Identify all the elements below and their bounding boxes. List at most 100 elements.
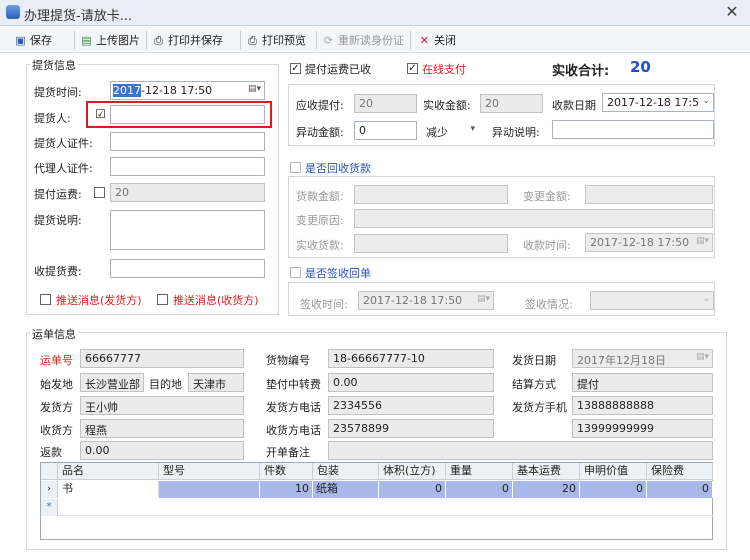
sender-label: 发货方 [40, 401, 73, 414]
remark-label: 开单备注 [266, 446, 310, 459]
pickup-note-label: 提货说明: [34, 214, 82, 227]
cod-checkbox[interactable] [290, 162, 301, 173]
table-cell[interactable]: 0 [580, 481, 647, 498]
table-cell[interactable]: 0 [647, 481, 713, 498]
column-header[interactable]: 品名 [58, 463, 159, 480]
settle-field: 提付 [572, 373, 713, 392]
change-note-label: 异动说明: [492, 126, 540, 139]
agent-id-input[interactable] [110, 157, 265, 176]
id-card-icon: ⟳ [323, 33, 334, 47]
goods-table: 品名 型号 件数 包装 体积(立方) 重量 基本运费 申明价值 保险费 › 书 … [40, 462, 713, 540]
sign-time-label: 签收时间: [300, 298, 348, 311]
upload-image-button[interactable]: ▤ 上传图片 [80, 30, 140, 50]
new-row-indicator[interactable]: * [41, 499, 58, 516]
settle-label: 结算方式 [512, 378, 556, 391]
cod-time-input: 2017-12-18 17:50 ▤▾ [585, 233, 713, 252]
dropdown-arrow-icon[interactable]: ▾ [470, 124, 475, 134]
pickup-person-label: 提货人: [34, 112, 71, 125]
chevron-down-icon[interactable]: ⌄ [702, 96, 710, 106]
column-header[interactable]: 申明价值 [580, 463, 647, 480]
receiver-field: 程燕 [80, 419, 244, 438]
receipt-checkbox[interactable] [290, 267, 301, 278]
cod-actual-input [354, 234, 508, 253]
receivable-input: 20 [354, 94, 417, 113]
payment-date-input[interactable]: 2017-12-18 17:5 ⌄ [602, 93, 714, 112]
remark-field [328, 441, 713, 460]
column-header[interactable]: 型号 [159, 463, 260, 480]
pickup-id-label: 提货人证件: [34, 137, 93, 150]
close-icon: ✕ [419, 33, 430, 47]
printer-icon: ⎙ [248, 33, 257, 47]
push-receiver-checkbox[interactable] [157, 294, 168, 305]
print-preview-button[interactable]: ⎙ 打印预览 [246, 30, 306, 50]
rebate-field: 0.00 [80, 441, 244, 460]
table-cell[interactable]: 0 [446, 481, 513, 498]
pickup-person-input[interactable] [110, 105, 265, 124]
cod-change-amount-label: 变更金额: [523, 190, 571, 203]
pickup-note-textarea[interactable] [110, 210, 265, 250]
pickup-id-input[interactable] [110, 132, 265, 151]
change-type-select[interactable]: 减少 ▾ [421, 121, 479, 140]
new-table-row[interactable] [58, 499, 713, 516]
ship-date-label: 发货日期 [512, 354, 556, 367]
receiver-phone-field: 23578899 [328, 419, 494, 438]
toolbar-separator [146, 31, 147, 49]
pickup-fee-input[interactable] [110, 259, 265, 278]
goods-no-label: 货物编号 [266, 354, 310, 367]
column-header[interactable]: 体积(立方) [379, 463, 446, 480]
table-cell[interactable]: 书 [58, 481, 159, 498]
sender-phone-field: 2334556 [328, 396, 494, 415]
freight-received-checkbox[interactable]: ✓ [290, 63, 301, 74]
toolbar-separator [410, 31, 411, 49]
online-pay-checkbox[interactable]: ✓ [407, 63, 418, 74]
toolbar-separator [316, 31, 317, 49]
rebate-label: 返款 [40, 446, 62, 459]
table-cell[interactable]: 20 [513, 481, 580, 498]
change-amount-input[interactable]: 0 [354, 121, 417, 140]
table-cell[interactable]: 10 [260, 481, 313, 498]
online-pay-label: 在线支付 [422, 63, 466, 76]
pickup-person-checkbox[interactable]: ☑ [95, 108, 106, 120]
column-header[interactable]: 基本运费 [513, 463, 580, 480]
sender-phone-label: 发货方电话 [266, 401, 321, 414]
toolbar-separator [74, 31, 75, 49]
chevron-down-icon: ⌄ [702, 294, 710, 304]
row-indicator-icon[interactable]: › [41, 481, 58, 498]
cod-change-amount-input [585, 185, 713, 204]
total-label: 实收合计: [552, 64, 610, 79]
change-note-input[interactable] [552, 120, 714, 139]
table-cell[interactable]: 0 [379, 481, 446, 498]
sign-time-input: 2017-12-18 17:50 ▤▾ [358, 291, 494, 310]
calendar-dropdown-icon[interactable]: ▤▾ [248, 84, 261, 94]
transfer-fee-field: 0.00 [328, 373, 494, 392]
push-sender-label: 推送消息(发货方) [56, 294, 142, 307]
pickup-time-input[interactable]: 2017-12-18 17:50 ▤▾ [110, 81, 265, 100]
column-header[interactable]: 重量 [446, 463, 513, 480]
printer-icon: ⎙ [154, 33, 163, 47]
transfer-fee-label: 垫付中转费 [266, 378, 321, 391]
column-header[interactable]: 包装 [313, 463, 379, 480]
freight-checkbox[interactable] [94, 187, 105, 198]
cod-label: 是否回收货款 [305, 162, 371, 175]
payment-date-label: 收款日期 [552, 99, 596, 112]
close-button[interactable]: ✕ 关闭 [418, 30, 456, 50]
agent-id-label: 代理人证件: [34, 162, 93, 175]
total-value: 20 [630, 58, 651, 76]
column-header[interactable]: 件数 [260, 463, 313, 480]
table-cell[interactable] [159, 481, 260, 498]
pickup-info-title: 提货信息 [30, 57, 78, 73]
actual-amount-input: 20 [480, 94, 543, 113]
print-and-save-button[interactable]: ⎙ 打印并保存 [152, 30, 223, 50]
window-title: 办理提货-请放卡... [24, 9, 133, 24]
receivable-label: 应收提付: [296, 99, 344, 112]
cod-change-reason-input [354, 209, 713, 228]
receiver-label: 收货方 [40, 424, 73, 437]
reread-id-button[interactable]: ⟳ 重新读身份证 [322, 30, 404, 50]
table-cell[interactable]: 纸箱 [313, 481, 379, 498]
push-sender-checkbox[interactable] [40, 294, 51, 305]
save-button[interactable]: ▣ 保存 [14, 30, 52, 50]
actual-amount-label: 实收金额: [423, 99, 471, 112]
column-header[interactable]: 保险费 [647, 463, 713, 480]
ship-date-field: 2017年12月18日 ▤▾ [572, 349, 713, 368]
window-close-icon[interactable]: ✕ [718, 2, 746, 22]
